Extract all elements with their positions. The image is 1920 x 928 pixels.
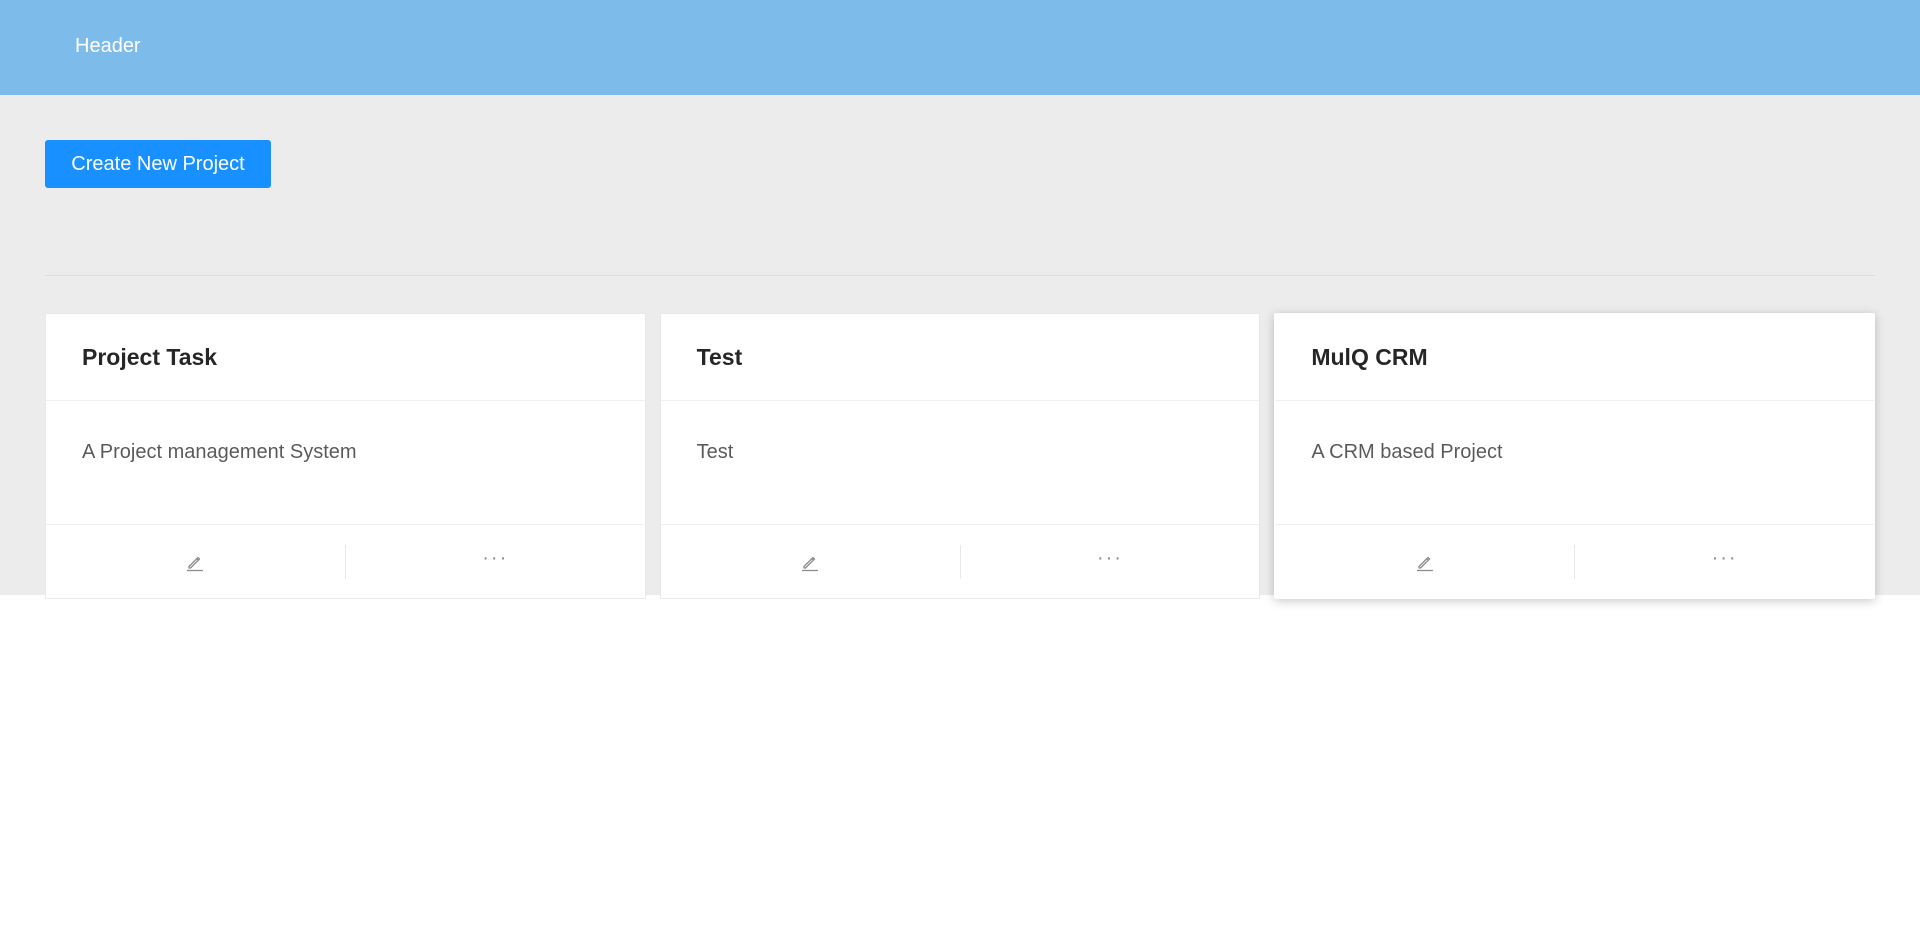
project-card[interactable]: MulQ CRM A CRM based Project ···	[1274, 313, 1876, 599]
project-title: Project Task	[82, 343, 218, 370]
project-title: MulQ CRM	[1311, 343, 1428, 370]
edit-project-button[interactable]	[661, 545, 960, 579]
card-header: Project Task	[46, 314, 645, 401]
project-description: A CRM based Project	[1311, 441, 1503, 463]
header-title: Header	[75, 35, 141, 57]
project-card[interactable]: Test Test ···	[659, 313, 1261, 599]
edit-icon	[185, 552, 205, 572]
project-title: Test	[696, 343, 743, 370]
more-options-button[interactable]: ···	[959, 544, 1260, 579]
app-header: Header	[0, 0, 1920, 95]
card-body: Test	[660, 401, 1260, 525]
more-options-button[interactable]: ···	[344, 544, 645, 579]
divider	[45, 275, 1875, 276]
more-options-button[interactable]: ···	[1574, 544, 1874, 579]
ellipsis-icon: ···	[1096, 546, 1123, 569]
edit-project-button[interactable]	[46, 545, 345, 579]
create-new-project-button[interactable]: Create New Project	[45, 140, 271, 188]
project-card[interactable]: Project Task A Project management System…	[45, 313, 646, 599]
ellipsis-icon: ···	[1711, 546, 1738, 569]
card-header: Test	[660, 314, 1260, 401]
project-description: Test	[696, 441, 734, 463]
edit-icon	[800, 552, 820, 572]
card-body: A CRM based Project	[1275, 401, 1875, 525]
card-header: MulQ CRM	[1275, 314, 1875, 401]
card-actions: ···	[46, 525, 645, 598]
ellipsis-icon: ···	[482, 546, 509, 569]
card-body: A Project management System	[46, 401, 645, 525]
card-actions: ···	[1275, 525, 1875, 598]
main-content: Create New Project Project Task A Projec…	[0, 95, 1920, 599]
card-actions: ···	[660, 525, 1260, 598]
edit-icon	[1415, 552, 1435, 572]
project-description: A Project management System	[82, 441, 357, 463]
project-card-list: Project Task A Project management System…	[45, 313, 1876, 599]
edit-project-button[interactable]	[1275, 545, 1574, 579]
